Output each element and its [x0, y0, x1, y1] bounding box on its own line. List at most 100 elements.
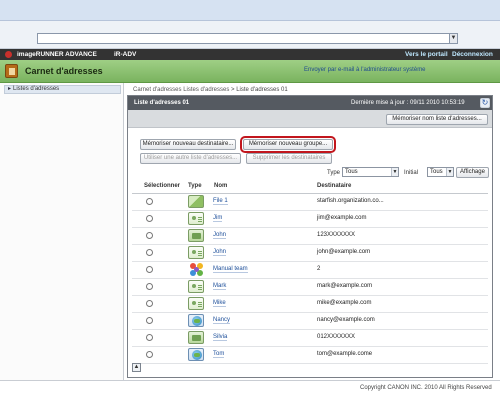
entry-name-link[interactable]: Silvia [213, 334, 228, 341]
chevron-down-icon: ▼ [446, 168, 453, 176]
file-server-icon [188, 195, 204, 208]
portal-link[interactable]: Vers le portail [405, 51, 448, 58]
table-row: Silvia 012XXXXXXX [132, 330, 488, 347]
use-other-list-button[interactable]: Utiliser une autre liste d'adresses... [140, 153, 241, 164]
entry-destination: john@example.com [317, 249, 371, 255]
type-select-value: Tous [345, 169, 358, 175]
table-row: Mike mike@example.com [132, 296, 488, 313]
entry-destination: tom@example.come [317, 351, 373, 357]
address-bar[interactable] [37, 33, 458, 44]
address-list-panel: Liste d'adresses 01 Dernière mise à jour… [127, 95, 493, 378]
table-row: File 1 starfish.organization.co... [132, 194, 488, 211]
breadcrumb: Carnet d'adresses Listes d'adresses > Li… [133, 87, 288, 93]
initial-select[interactable]: Tous ▼ [427, 167, 454, 177]
entry-destination: 2 [317, 266, 321, 272]
new-destination-button[interactable]: Mémoriser nouveau destinataire... [140, 139, 236, 150]
ifax-icon [188, 348, 204, 361]
logout-link[interactable]: Déconnexion [452, 51, 493, 58]
table-row: Jim jim@example.com [132, 211, 488, 228]
list-header: Liste d'adresses 01 Dernière mise à jour… [128, 96, 492, 110]
row-select-radio[interactable] [146, 266, 153, 273]
email-icon [188, 212, 204, 225]
row-select-radio[interactable] [146, 249, 153, 256]
entry-destination: mike@example.com [317, 300, 372, 306]
row-select-radio[interactable] [146, 215, 153, 222]
column-header-destination: Destinataire [317, 183, 352, 189]
device-model: iR-ADV [114, 51, 137, 58]
entry-name-link[interactable]: Mark [213, 283, 227, 290]
fax-icon [188, 229, 204, 242]
table-row: Tom tom@example.come [132, 347, 488, 364]
fax-icon [188, 331, 204, 344]
sidebar: ▸ Listes d'adresses [0, 83, 124, 380]
entry-destination: jim@example.com [317, 215, 367, 221]
row-select-radio[interactable] [146, 317, 153, 324]
email-icon [188, 246, 204, 259]
entry-destination: 123XXXXXXX [317, 232, 356, 238]
display-button[interactable]: Affichage [456, 167, 489, 178]
column-header-name: Nom [214, 183, 228, 189]
breadcrumb-separator: > [231, 87, 235, 93]
email-admin-link[interactable]: Envoyer par e-mail à l'administrateur sy… [304, 67, 426, 73]
page-title: Carnet d'adresses [25, 66, 103, 76]
copyright-text: Copyright CANON INC. 2010 All Rights Res… [360, 385, 492, 391]
browser-title-bar [0, 0, 500, 21]
row-select-radio[interactable] [146, 198, 153, 205]
footer: Copyright CANON INC. 2010 All Rights Res… [0, 380, 500, 407]
chevron-down-icon: ▼ [450, 35, 457, 41]
row-select-radio[interactable] [146, 334, 153, 341]
initial-filter-label: Initial [404, 170, 419, 176]
delete-destinations-button[interactable]: Supprimer les destinataires [246, 153, 332, 164]
column-header-type: Type [188, 183, 202, 189]
entry-name-link[interactable]: John [213, 249, 227, 256]
entry-name-link[interactable]: Manual team [213, 266, 248, 273]
list-toolbar: Mémoriser nom liste d'adresses... [128, 110, 492, 128]
sidebar-item-label: Listes d'adresses [13, 86, 60, 92]
breadcrumb-address-book[interactable]: Carnet d'adresses [133, 87, 182, 93]
initial-select-value: Tous [430, 169, 443, 175]
ifax-icon [188, 314, 204, 327]
save-list-name-button[interactable]: Mémoriser nom liste d'adresses... [386, 114, 488, 125]
last-update-text: Dernière mise à jour : 09/11 2010 10:53:… [351, 100, 465, 106]
top-header: imageRUNNER ADVANCE iR-ADV Vers le porta… [0, 49, 500, 60]
entry-name-link[interactable]: Jim [213, 215, 223, 222]
entry-destination: starfish.organization.co... [317, 198, 384, 204]
entry-destination: nancy@example.com [317, 317, 375, 323]
breadcrumb-address-lists[interactable]: Listes d'adresses [183, 87, 229, 93]
brand-name: imageRUNNER ADVANCE [17, 51, 97, 58]
section-header: Carnet d'adresses Envoyer par e-mail à l… [0, 60, 500, 83]
row-select-radio[interactable] [146, 351, 153, 358]
entry-name-link[interactable]: File 1 [213, 198, 228, 205]
new-group-button[interactable]: Mémoriser nouveau groupe... [243, 139, 333, 150]
entry-name-link[interactable]: Mike [213, 300, 226, 307]
column-header-select: Sélectionner [144, 183, 181, 189]
scroll-top-icon[interactable]: ▲ [132, 363, 141, 372]
refresh-icon[interactable]: ↻ [480, 98, 490, 108]
type-filter-label: Type [327, 170, 341, 176]
chevron-down-icon: ▼ [391, 168, 398, 176]
triangle-right-icon: ▸ [8, 86, 12, 92]
entry-destination: 012XXXXXXX [317, 334, 356, 340]
row-select-radio[interactable] [146, 232, 153, 239]
group-icon [188, 263, 204, 276]
list-title: Liste d'adresses 01 [134, 100, 190, 106]
entry-destination: mark@example.com [317, 283, 373, 289]
table-row: Nancy nancy@example.com [132, 313, 488, 330]
row-select-radio[interactable] [146, 300, 153, 307]
email-icon [188, 297, 204, 310]
type-select[interactable]: Tous ▼ [342, 167, 399, 177]
table-row: John john@example.com [132, 245, 488, 262]
row-select-radio[interactable] [146, 283, 153, 290]
address-book-icon [5, 64, 18, 78]
table-row: John 123XXXXXXX [132, 228, 488, 245]
entry-name-link[interactable]: John [213, 232, 227, 239]
breadcrumb-current: Liste d'adresses 01 [236, 87, 288, 93]
address-dropdown-button[interactable]: ▼ [449, 33, 458, 44]
table-row: Manual team 2 [132, 262, 488, 279]
email-icon [188, 280, 204, 293]
table-row: Mark mark@example.com [132, 279, 488, 296]
sidebar-item-address-lists[interactable]: ▸ Listes d'adresses [4, 85, 121, 94]
entry-name-link[interactable]: Nancy [213, 317, 231, 324]
entry-name-link[interactable]: Tom [213, 351, 225, 358]
canon-logo-icon [5, 51, 12, 58]
